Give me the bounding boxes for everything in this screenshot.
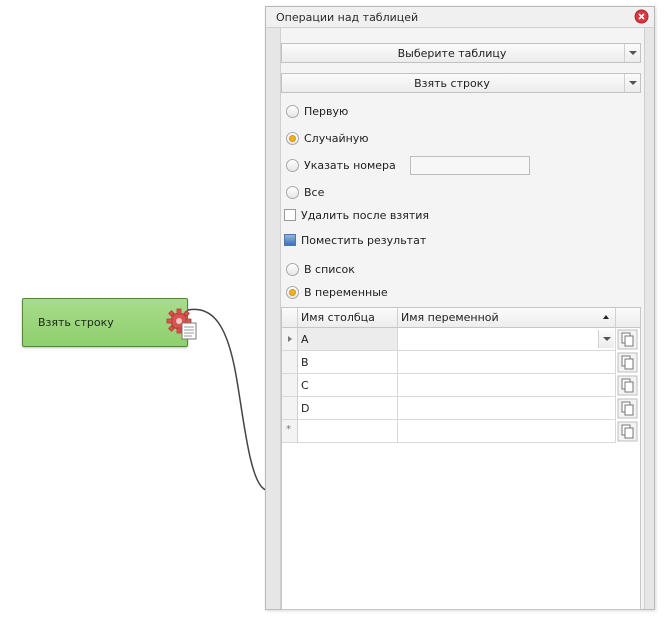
radio-label: Все [304,186,325,199]
variable-name-cell[interactable] [398,328,616,351]
current-row-icon [288,336,292,342]
table-select-value: Выберите таблицу [397,47,507,60]
column-name-cell[interactable]: C [298,374,398,397]
new-row[interactable]: * [282,420,640,443]
header-label: Имя переменной [401,311,499,324]
row-indicator: * [282,420,298,443]
table-row[interactable]: D [282,397,640,420]
radio-button-selected[interactable] [286,132,299,145]
cell-text: A [301,333,309,346]
row-numbers-input[interactable] [410,156,530,175]
radio-label: Указать номера [304,159,396,172]
cell-text: D [301,402,310,415]
radio-button[interactable] [286,263,299,276]
operation-select-value: Взять строку [414,77,490,90]
variable-name-cell[interactable] [398,351,616,374]
column-name-cell[interactable] [298,420,398,443]
checkbox[interactable] [284,209,296,221]
table-operations-panel: Операции над таблицей Выберите таблицу В… [265,6,655,610]
checkbox-label: Поместить результат [301,234,427,247]
close-icon[interactable] [634,9,649,24]
operation-select-dropdown[interactable]: Взять строку [281,73,641,93]
sort-asc-icon [603,315,609,319]
gear-document-icon [166,308,197,340]
radio-button[interactable] [286,105,299,118]
row-indicator [282,374,298,397]
row-indicator [282,397,298,420]
new-row-icon: * [286,424,291,435]
chevron-down-icon[interactable] [624,74,640,92]
panel-title-bar: Операции над таблицей [266,7,654,28]
radio-label: В список [304,263,355,276]
copy-icon[interactable] [617,375,638,396]
column-name-cell[interactable]: B [298,351,398,374]
header-column-name[interactable]: Имя столбца [298,308,398,327]
checkbox-checked[interactable] [284,234,296,246]
copy-icon[interactable] [617,398,638,419]
grid-header: Имя столбца Имя переменной [282,308,640,328]
header-label: Имя столбца [301,311,375,324]
copy-icon[interactable] [617,421,638,442]
panel-right-strip [644,28,654,609]
checkbox-label: Удалить после взятия [301,209,430,222]
chevron-down-icon[interactable] [598,330,614,348]
node-label: Взять строку [38,316,114,329]
cell-text: C [301,379,309,392]
radio-label: Первую [304,105,349,118]
radio-label: Случайную [304,132,369,145]
copy-icon[interactable] [617,329,638,350]
header-variable-name[interactable]: Имя переменной [398,308,616,327]
radio-button-selected[interactable] [286,286,299,299]
table-row[interactable]: C [282,374,640,397]
chevron-down-icon[interactable] [624,44,640,62]
column-variable-grid: Имя столбца Имя переменной A B C D * [281,307,641,610]
row-indicator [282,351,298,374]
column-name-cell[interactable]: A [298,328,398,351]
variable-name-cell[interactable] [398,374,616,397]
radio-button[interactable] [286,186,299,199]
table-select-dropdown[interactable]: Выберите таблицу [281,43,641,63]
radio-label: В переменные [304,286,388,299]
row-indicator [282,328,298,351]
copy-icon[interactable] [617,352,638,373]
radio-button[interactable] [286,159,299,172]
radio-specify-numbers[interactable]: Указать номера [286,156,546,175]
cell-text: B [301,356,309,369]
action-node-take-row[interactable]: Взять строку [22,298,197,347]
table-row[interactable]: A [282,328,640,351]
panel-left-strip [266,28,281,609]
column-name-cell[interactable]: D [298,397,398,420]
header-action-cell [616,308,641,327]
table-row[interactable]: B [282,351,640,374]
variable-name-cell[interactable] [398,397,616,420]
variable-name-cell[interactable] [398,420,616,443]
panel-title: Операции над таблицей [276,11,419,24]
header-indicator-cell [282,308,298,327]
